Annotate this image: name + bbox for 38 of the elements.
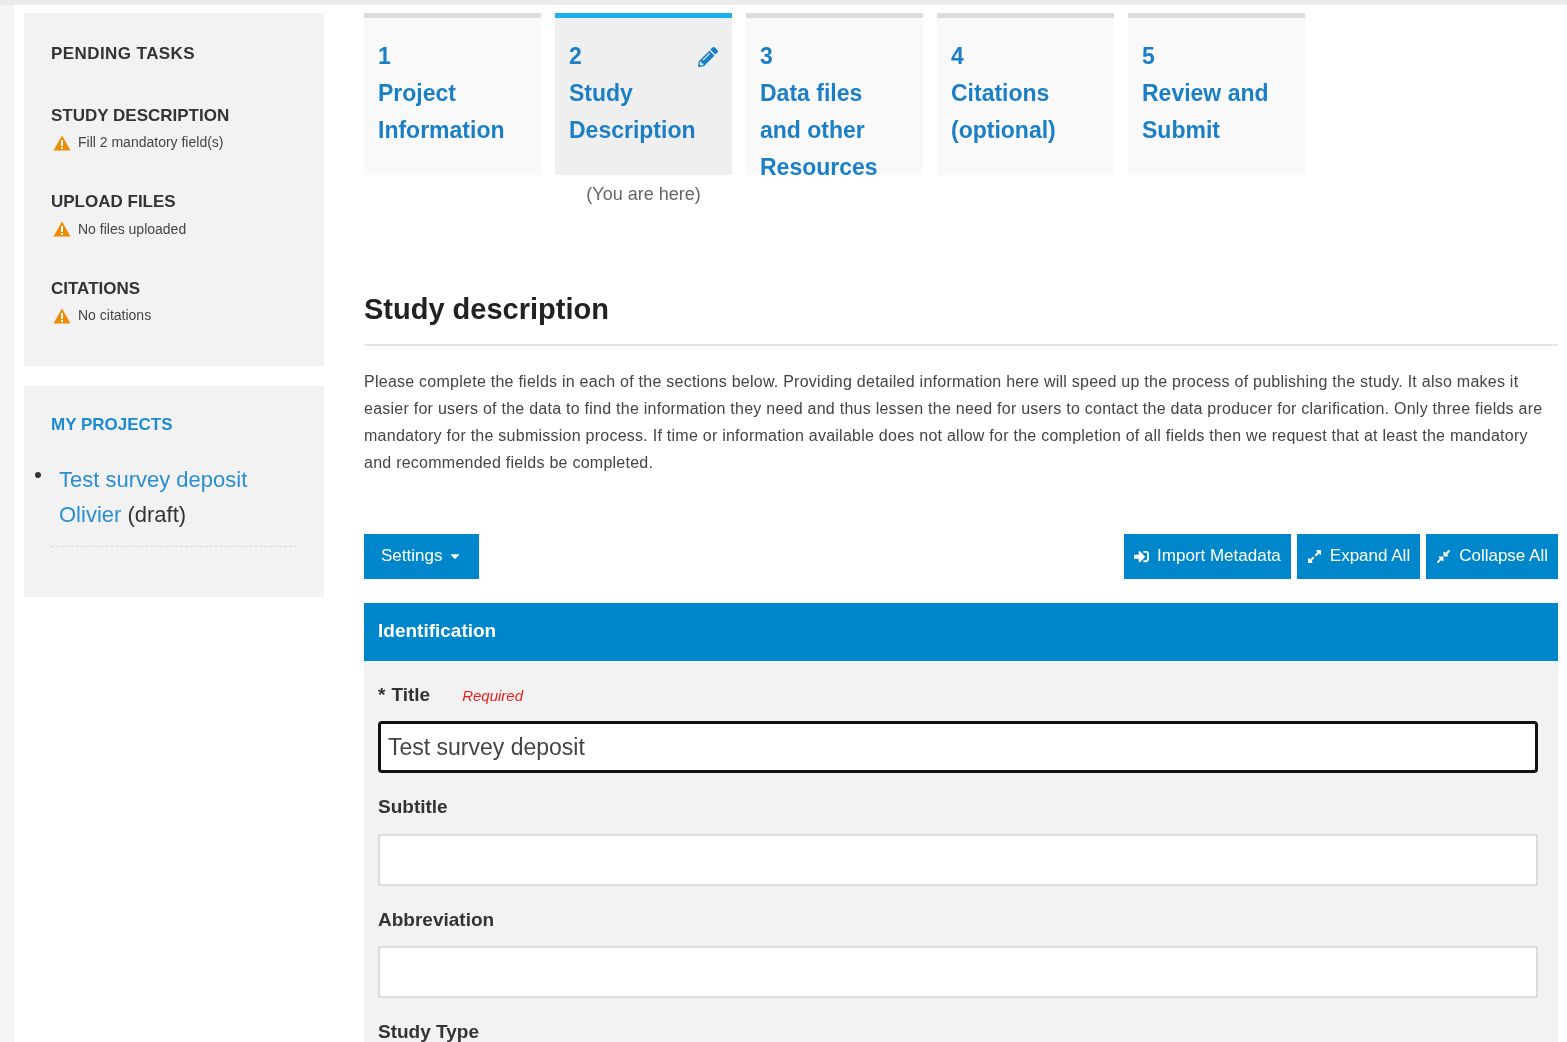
pencil-icon [698, 46, 718, 67]
text-field[interactable] [378, 833, 1538, 886]
field-label: Abbreviation [378, 907, 495, 932]
required-hint: Required [462, 685, 523, 706]
task-message: Fill 2 mandatory field(s) [78, 133, 224, 152]
warning-icon [53, 221, 71, 237]
text-field[interactable]: Test survey deposit [378, 721, 1538, 773]
step-tab[interactable]: 5 Review and Submit [1128, 13, 1305, 175]
import-icon [1134, 548, 1150, 564]
step-tab[interactable]: 4 Citations (optional) [937, 13, 1114, 175]
warning-icon [53, 307, 71, 324]
collapse-icon [1436, 548, 1452, 564]
field-label: Subtitle [378, 795, 448, 819]
task-message: No citations [78, 306, 152, 325]
toolbar-button[interactable]: Expand All [1296, 533, 1421, 579]
intro-paragraph: Please complete the fields in each of the sections below. Providing detailed information here will speed up the process of publishing the study. It also makes it easier for users of the data to find the information they need and thus lessen the need for users to contact the data producer for clarification. Only three fields are mandatory for the submission process. If time or information available does not allow for the completion of all fields then we request that at least the mandatory and recommended fields be completed. [364, 371, 1544, 473]
field-label: Title [391, 682, 431, 707]
settings-button[interactable]: Settings [364, 533, 480, 579]
task-heading: UPLOAD FILES [51, 191, 177, 213]
text-field[interactable] [378, 946, 1538, 998]
step-tab[interactable]: 2 Study Description [555, 13, 732, 175]
field-label: Study Type [378, 1020, 479, 1042]
page-heading: Study description [364, 292, 610, 327]
project-entry[interactable]: Test survey deposit Olivier (draft) [59, 461, 269, 532]
toolbar-button[interactable]: Collapse All [1426, 533, 1558, 579]
required-mark: * [378, 682, 386, 707]
panel-title: MY PROJECTS [51, 414, 174, 436]
step-tab[interactable]: 3 Data files and other Resources [746, 13, 923, 175]
warning-icon [53, 134, 71, 151]
task-heading: STUDY DESCRIPTION [51, 104, 231, 127]
toolbar-button[interactable]: Import Metadata [1124, 533, 1291, 579]
expand-icon [1306, 548, 1322, 564]
section-header: Identification [364, 602, 1558, 661]
step-note: (You are here) [586, 183, 701, 206]
panel-title: PENDING TASKS [51, 43, 197, 65]
task-message: No files uploaded [78, 219, 187, 239]
task-heading: CITATIONS [51, 277, 142, 300]
step-tab[interactable]: 1 Project Information [364, 13, 541, 175]
